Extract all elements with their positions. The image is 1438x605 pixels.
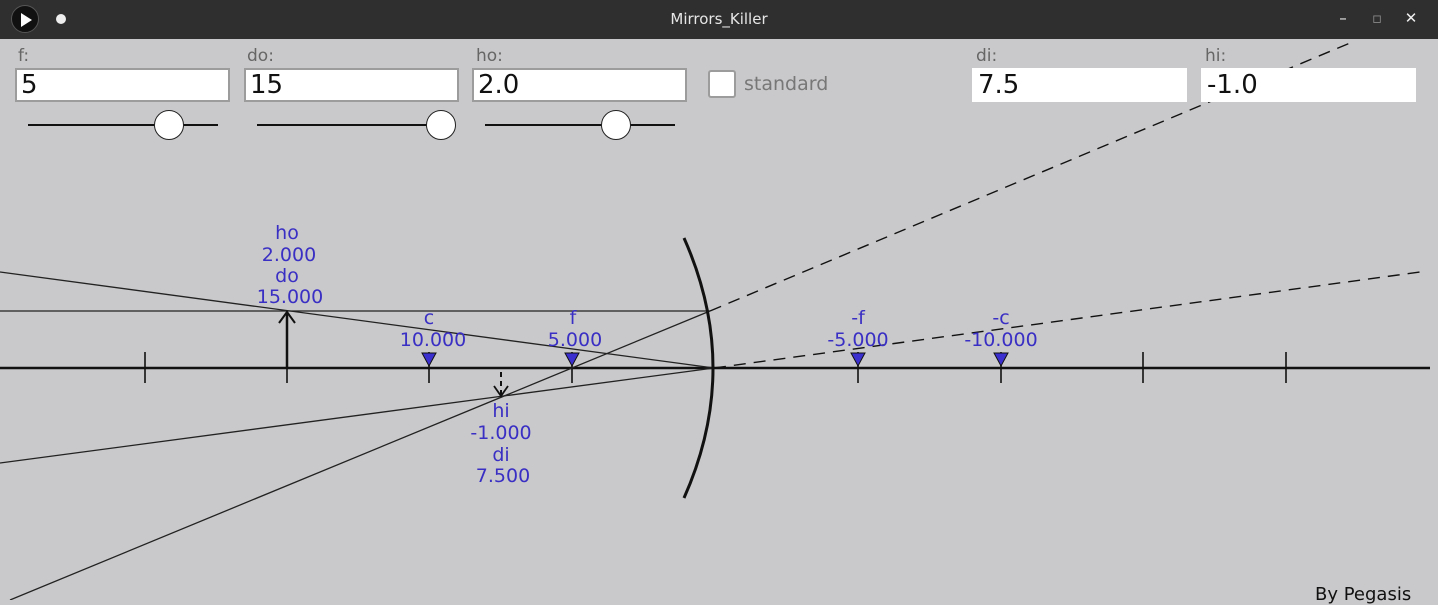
minimize-button[interactable]: –	[1334, 9, 1352, 27]
image-height-name: hi	[492, 400, 509, 422]
ray-lines	[0, 271, 715, 600]
window-title: Mirrors_Killer	[670, 10, 768, 28]
object-arrow	[278, 310, 296, 368]
author-credit: By Pegasis	[1315, 584, 1412, 605]
ho-slider-thumb[interactable]	[601, 110, 632, 140]
object-label-group: ho 2.000 do 15.000	[257, 222, 323, 308]
di-output	[972, 68, 1187, 102]
do-label: do:	[247, 46, 274, 66]
marker-label-f: f	[570, 307, 578, 329]
app-content: ho 2.000 do 15.000 hi -1.000 di 7.500 c …	[0, 39, 1438, 605]
ho-input[interactable]	[472, 68, 687, 102]
di-label: di:	[976, 46, 998, 66]
f-slider-thumb[interactable]	[153, 110, 184, 140]
hi-output	[1201, 68, 1416, 102]
f-slider[interactable]	[28, 107, 218, 143]
hi-label: hi:	[1205, 46, 1227, 66]
standard-checkbox[interactable]	[708, 70, 736, 98]
object-distance-value: 15.000	[257, 286, 323, 308]
maximize-button[interactable]: ▫	[1368, 9, 1386, 27]
marker-label-neg-f: -f	[851, 307, 866, 329]
do-slider-track	[257, 124, 447, 126]
object-height-value: 2.000	[262, 244, 316, 266]
image-distance-value: 7.500	[476, 465, 530, 487]
focal-markers	[421, 352, 1009, 368]
close-button[interactable]: ✕	[1402, 9, 1420, 27]
marker-label-group: c 10.000 f 5.000 -f -5.000 -c -10.000	[400, 307, 1038, 351]
image-distance-name: di	[492, 444, 509, 466]
marker-label-neg-c: -c	[992, 307, 1009, 329]
image-arrow	[493, 372, 509, 398]
ho-slider[interactable]	[485, 107, 675, 143]
marker-f	[564, 352, 580, 368]
f-slider-track	[28, 124, 218, 126]
title-bar: Mirrors_Killer – ▫ ✕	[0, 0, 1438, 39]
object-distance-name: do	[275, 265, 299, 287]
do-slider[interactable]	[257, 107, 457, 143]
marker-neg-c	[993, 352, 1009, 368]
object-height-name: ho	[275, 222, 299, 244]
do-input[interactable]	[244, 68, 459, 102]
marker-value-c: 10.000	[400, 329, 466, 351]
marker-label-c: c	[424, 307, 434, 329]
marker-value-neg-c: -10.000	[964, 329, 1037, 351]
image-height-value: -1.000	[470, 422, 531, 444]
marker-neg-f	[850, 352, 866, 368]
ho-label: ho:	[476, 46, 503, 66]
f-input[interactable]	[15, 68, 230, 102]
marker-value-neg-f: -5.000	[827, 329, 888, 351]
ho-slider-track	[485, 124, 675, 126]
marker-value-f: 5.000	[548, 329, 602, 351]
standard-label[interactable]: standard	[744, 73, 828, 95]
f-label: f:	[18, 46, 30, 66]
marker-c	[421, 352, 437, 368]
image-label-group: hi -1.000 di 7.500	[470, 400, 531, 487]
